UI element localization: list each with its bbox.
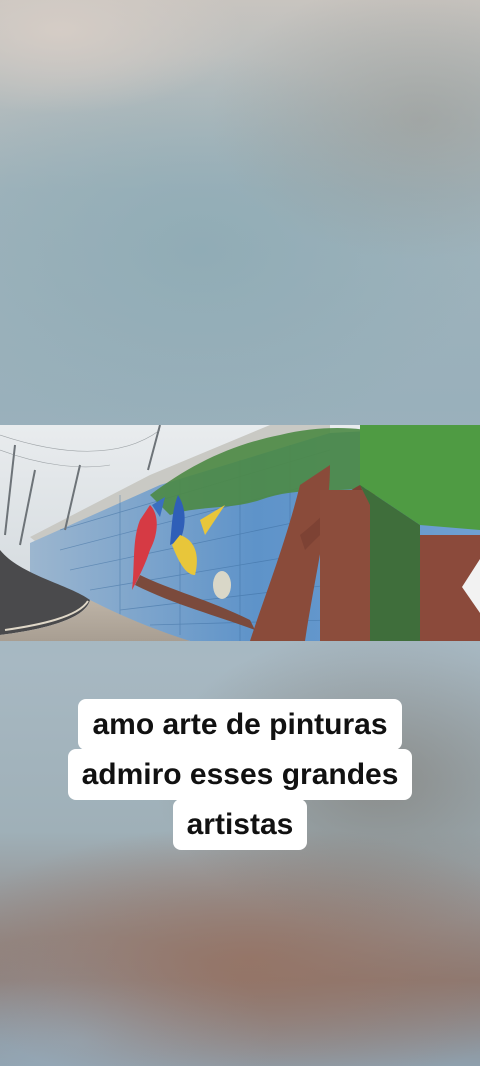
video-frame[interactable] bbox=[0, 425, 480, 641]
caption-line-2: admiro esses grandes bbox=[67, 749, 413, 800]
brick-wall bbox=[320, 490, 375, 641]
caption-line-1: amo arte de pinturas bbox=[78, 699, 402, 750]
small-bird bbox=[213, 571, 231, 599]
mural-photo bbox=[0, 425, 480, 641]
caption-line-3: artistas bbox=[172, 799, 308, 850]
video-caption: amo arte de pinturas admiro esses grande… bbox=[0, 699, 480, 850]
